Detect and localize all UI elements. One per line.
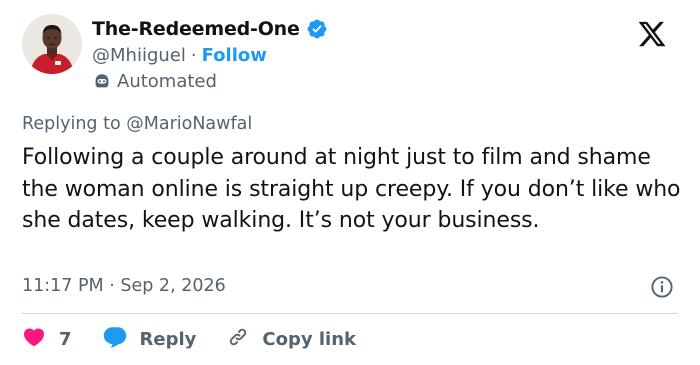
author-display-name[interactable]: The-Redeemed-One <box>92 18 300 40</box>
reply-label: Reply <box>139 328 197 350</box>
author-handle[interactable]: @Mhiiguel <box>92 45 186 66</box>
reply-button[interactable]: Reply <box>102 325 197 353</box>
replying-to-line: Replying to @MarioNawfal <box>22 112 252 136</box>
tweet-timestamp[interactable]: 11:17 PM · Sep 2, 2026 <box>22 273 226 299</box>
copy-link-label: Copy link <box>262 328 356 350</box>
author-handle-row: @Mhiiguel · Follow <box>92 42 267 68</box>
action-bar: 7 Reply Copy link <box>22 324 356 354</box>
divider <box>22 313 678 314</box>
avatar-image <box>22 14 82 74</box>
follow-button[interactable]: Follow <box>202 45 267 66</box>
info-icon[interactable] <box>650 275 674 299</box>
heart-icon <box>22 325 46 353</box>
replying-to-prefix: Replying to <box>22 114 121 134</box>
replying-to-mention[interactable]: @MarioNawfal <box>126 114 252 134</box>
like-count: 7 <box>59 328 72 350</box>
author-name-row: The-Redeemed-One <box>92 15 328 43</box>
tweet-time: 11:17 PM <box>22 276 104 296</box>
bot-icon <box>94 73 110 89</box>
like-button[interactable]: 7 <box>22 325 72 353</box>
avatar[interactable] <box>22 14 82 74</box>
verified-badge-icon <box>306 18 328 40</box>
tweet-text: Following a couple around at night just … <box>22 145 681 233</box>
tweet-date: Sep 2, 2026 <box>120 276 226 296</box>
tweet-card: The-Redeemed-One @Mhiiguel · Follow Auto… <box>0 0 700 365</box>
automated-label-row: Automated <box>94 69 217 93</box>
handle-separator: · <box>190 44 197 66</box>
link-icon <box>226 325 250 353</box>
copy-link-button[interactable]: Copy link <box>226 325 356 353</box>
timestamp-separator: · <box>109 276 115 296</box>
x-logo-icon[interactable] <box>637 19 667 49</box>
speech-bubble-icon <box>102 325 128 353</box>
automated-label: Automated <box>117 70 217 92</box>
